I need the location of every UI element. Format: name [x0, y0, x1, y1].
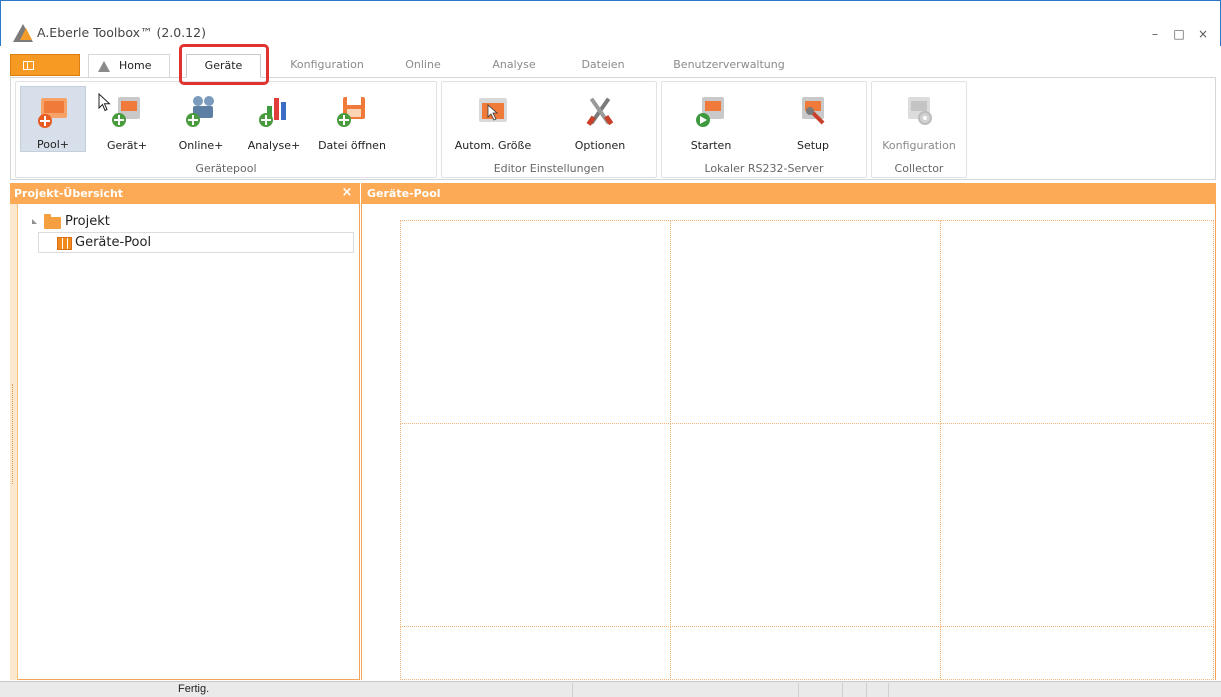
- status-bar: Fertig.: [0, 681, 1221, 697]
- title-bar: A.Eberle Toolbox™ (2.0.12) – □ ×: [0, 0, 1221, 46]
- pool-grid-cell[interactable]: [940, 626, 1214, 680]
- project-tree: Projekt Geräte-Pool: [28, 212, 354, 253]
- application-menu-button[interactable]: [10, 54, 80, 76]
- konfiguration-label: Konfiguration: [882, 139, 956, 152]
- tab-online[interactable]: Online: [398, 54, 448, 78]
- device-plus-icon: [112, 97, 140, 127]
- pool-plus-icon: [38, 98, 67, 128]
- online-plus-button[interactable]: Online+: [166, 86, 236, 152]
- tab-home-label: Home: [119, 59, 152, 72]
- home-logo-icon: [98, 61, 110, 72]
- group-rs232-server: Starten Setup Lokaler RS232-Server: [661, 81, 867, 178]
- autom-groesse-label: Autom. Größe: [454, 139, 532, 152]
- optionen-button[interactable]: Optionen: [560, 86, 640, 152]
- pool-grid-cell[interactable]: [940, 220, 1214, 424]
- status-divider: [798, 683, 799, 697]
- tools-icon: [586, 97, 614, 126]
- tree-item-geraete-pool[interactable]: Geräte-Pool: [38, 232, 354, 253]
- group-title-editor-einstellungen: Editor Einstellungen: [493, 162, 605, 175]
- pool-grid-cell[interactable]: [670, 423, 941, 627]
- tab-analyse[interactable]: Analyse: [485, 54, 543, 78]
- tree-item-geraete-pool-label: Geräte-Pool: [75, 235, 152, 250]
- geraet-plus-label: Gerät+: [106, 139, 148, 152]
- optionen-label: Optionen: [574, 139, 626, 152]
- group-title-geraetepool: Gerätepool: [195, 162, 257, 175]
- analysis-plus-icon: [259, 98, 286, 127]
- setup-label: Setup: [796, 139, 830, 152]
- konfiguration-button[interactable]: Konfiguration: [876, 86, 962, 152]
- pool-plus-button[interactable]: Pool+: [20, 86, 86, 152]
- panel-splitter-grip[interactable]: [10, 204, 18, 680]
- window-controls: – □ ×: [1148, 27, 1210, 41]
- setup-wrench-icon: [802, 97, 825, 125]
- pool-grid-cell[interactable]: [400, 626, 671, 680]
- close-window-button[interactable]: ×: [1196, 27, 1210, 41]
- expand-triangle-icon[interactable]: [32, 219, 37, 224]
- tree-item-projekt-label: Projekt: [65, 214, 110, 229]
- maximize-button[interactable]: □: [1172, 27, 1186, 41]
- autom-groesse-button[interactable]: Autom. Größe: [448, 86, 538, 152]
- group-title-collector: Collector: [894, 162, 944, 175]
- pool-plus-label: Pool+: [37, 138, 69, 151]
- close-icon[interactable]: ×: [338, 183, 356, 204]
- auto-size-icon: [479, 98, 507, 122]
- status-divider: [572, 683, 573, 697]
- online-plus-label: Online+: [178, 139, 224, 152]
- folder-icon: [44, 214, 61, 229]
- status-divider: [888, 683, 889, 697]
- group-geraetepool: Pool+ Gerät+ Online+ Analyse+ Datei öffn…: [15, 81, 437, 178]
- tab-home[interactable]: Home: [88, 54, 170, 78]
- status-text: Fertig.: [178, 683, 210, 695]
- starten-label: Starten: [690, 139, 732, 152]
- window-title: A.Eberle Toolbox™ (2.0.12): [37, 25, 206, 40]
- group-editor-einstellungen: Autom. Größe Optionen Editor Einstellung…: [441, 81, 657, 178]
- app-logo-icon: [13, 24, 33, 42]
- grid-table-icon: [57, 237, 72, 250]
- analyse-plus-label: Analyse+: [247, 139, 301, 152]
- setup-button[interactable]: Setup: [778, 86, 848, 152]
- status-divider: [842, 683, 843, 697]
- tab-konfiguration[interactable]: Konfiguration: [280, 54, 374, 78]
- mouse-cursor-icon: [98, 93, 111, 112]
- collector-config-icon: [908, 97, 932, 125]
- minimize-button[interactable]: –: [1148, 27, 1162, 41]
- tree-item-projekt[interactable]: Projekt: [28, 212, 344, 232]
- main-tab-header[interactable]: Geräte-Pool: [361, 183, 1216, 204]
- tab-dateien[interactable]: Dateien: [574, 54, 632, 78]
- group-collector: Konfiguration Collector: [871, 81, 967, 178]
- group-title-rs232-server: Lokaler RS232-Server: [704, 162, 824, 175]
- menu-icon: [23, 61, 34, 70]
- highlight-box: [179, 44, 269, 85]
- start-server-icon: [696, 97, 724, 127]
- starten-button[interactable]: Starten: [676, 86, 746, 152]
- tab-benutzerverwaltung[interactable]: Benutzerverwaltung: [664, 54, 794, 78]
- analyse-plus-button[interactable]: Analyse+: [240, 86, 308, 152]
- pool-grid-cell[interactable]: [670, 220, 941, 424]
- ribbon: Pool+ Gerät+ Online+ Analyse+ Datei öffn…: [10, 77, 1216, 180]
- pool-grid-cell[interactable]: [940, 423, 1214, 627]
- status-divider: [866, 683, 867, 697]
- pool-grid-cell[interactable]: [400, 220, 671, 424]
- project-overview-panel: [10, 183, 360, 680]
- datei-oeffnen-button[interactable]: Datei öffnen: [312, 86, 392, 152]
- online-plus-icon: [186, 96, 214, 127]
- open-file-icon: [337, 97, 365, 127]
- panel-title: Projekt-Übersicht: [10, 183, 360, 204]
- datei-oeffnen-label: Datei öffnen: [318, 139, 386, 152]
- pool-grid-cell[interactable]: [670, 626, 941, 680]
- pool-grid-cell[interactable]: [400, 423, 671, 627]
